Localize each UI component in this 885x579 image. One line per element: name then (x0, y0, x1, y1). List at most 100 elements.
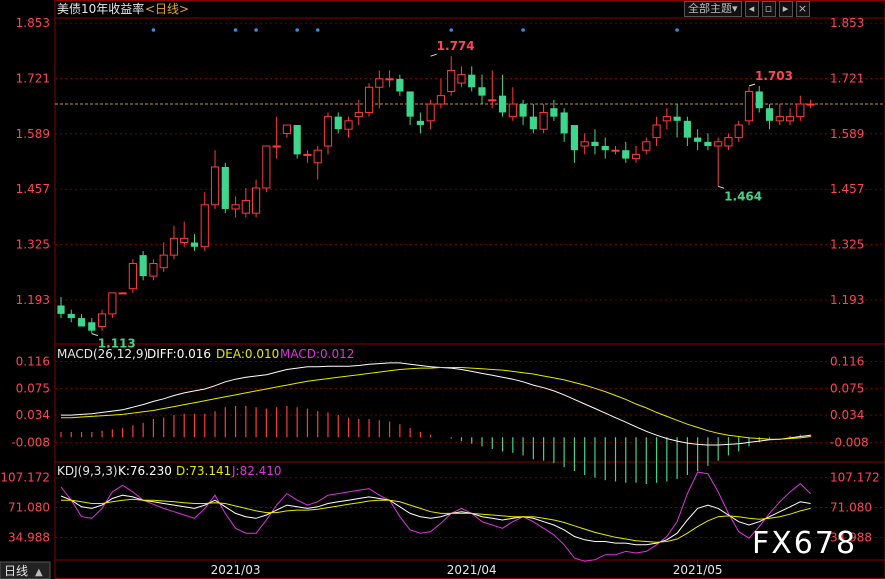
kdj-k-value: K:76.230 (118, 464, 172, 478)
next-button[interactable]: ▸ (778, 1, 793, 17)
candle (785, 108, 795, 126)
candle (77, 313, 86, 327)
macd-diff-value: DIFF:0.016 (147, 347, 211, 361)
kdj-tick-left: 71.080 (8, 501, 50, 515)
macd-tick-left: 0.116 (16, 355, 50, 369)
macd-tick-left: 0.034 (16, 408, 50, 422)
candle (570, 125, 579, 163)
candle-body (323, 116, 333, 147)
candle-body (785, 116, 795, 122)
candle (396, 74, 404, 96)
candle-body (765, 108, 774, 121)
candle (221, 162, 229, 214)
candle-body (313, 149, 322, 164)
candle-body (426, 103, 435, 122)
candle-body (642, 141, 651, 151)
x-tick-label: 2021/03 (211, 563, 261, 577)
candle-body (344, 120, 353, 130)
x-tick-label: 2021/04 (447, 563, 497, 577)
candle (704, 133, 712, 151)
candle (508, 87, 517, 121)
candle-body (519, 104, 527, 117)
candle-body (570, 125, 579, 151)
restore-icon: ▫ (764, 2, 773, 15)
candle (200, 192, 209, 251)
candle-body (210, 166, 220, 206)
price-tick-right: 1.325 (830, 238, 864, 252)
macd-dea-value: DEA:0.010 (216, 347, 279, 361)
candle-body (580, 141, 589, 147)
candle-body (796, 103, 805, 118)
event-dots (151, 28, 679, 32)
candle (591, 129, 599, 155)
period-label[interactable]: <日线> (145, 2, 189, 16)
candle (303, 150, 312, 163)
candle (714, 137, 723, 187)
candle (683, 116, 691, 147)
candle (241, 187, 250, 218)
candle (488, 70, 497, 109)
candle-body (282, 124, 291, 134)
candle (364, 83, 374, 117)
candle (744, 87, 754, 126)
event-dot (675, 28, 679, 32)
price-tick-right: 1.193 (830, 293, 864, 307)
candle (601, 137, 609, 159)
theme-dropdown[interactable]: 全部主题▾ (684, 1, 742, 17)
candle-body (354, 111, 363, 118)
candle (734, 120, 743, 142)
candle (293, 125, 301, 159)
candle (642, 137, 651, 155)
candle (118, 292, 127, 295)
price-tick-left: 1.325 (16, 238, 50, 252)
candle (775, 104, 784, 126)
candle-body (724, 137, 733, 147)
candle (169, 225, 179, 260)
candle-body (508, 103, 517, 118)
candle-body (262, 145, 271, 189)
candle-body (77, 318, 86, 327)
candle-body (673, 116, 681, 121)
candle-body (334, 116, 342, 130)
price-tick-right: 1.853 (830, 16, 864, 30)
kdj-tick-left: 107.172 (0, 471, 50, 485)
x-tick-labels: 2021/03 2021/04 2021/05 (211, 560, 723, 577)
candle-body (200, 204, 209, 248)
prev-button[interactable]: ◂ (744, 1, 759, 17)
candle (159, 242, 168, 272)
macd-tick-right: 0.075 (830, 381, 864, 395)
event-dot (315, 28, 320, 32)
candle-body (683, 120, 691, 138)
macd-macd-value: MACD:0.012 (280, 347, 354, 361)
candle (724, 133, 733, 151)
candle (447, 56, 456, 96)
macd-tick-left: 0.075 (16, 381, 50, 395)
candle (622, 141, 630, 163)
candle (436, 78, 446, 109)
candle-body (149, 263, 158, 277)
chart-title: 美债10年收益率 (57, 1, 144, 16)
candle-body (221, 166, 229, 209)
restore-button[interactable]: ▫ (761, 1, 776, 17)
candle-body (611, 149, 620, 152)
candle-body (560, 112, 568, 134)
candle (252, 179, 261, 218)
prev-icon: ◂ (748, 2, 755, 15)
candle-body (662, 116, 671, 122)
candle (662, 108, 671, 130)
candle (611, 146, 620, 155)
event-dot (151, 28, 156, 32)
candle-body (734, 124, 743, 139)
candle (57, 297, 65, 319)
kdj-tick-right: 71.080 (830, 501, 872, 515)
candle-body (755, 91, 763, 109)
candle (323, 112, 333, 155)
candle-body (529, 116, 537, 130)
candle-body (601, 146, 609, 151)
candle-body (714, 141, 723, 147)
candle (190, 234, 199, 251)
candle-body (550, 108, 558, 117)
period-tab-label: 日线 (4, 564, 28, 578)
close-button[interactable]: × (795, 1, 810, 17)
price-annotations: 1.7741.1131.4641.703 (91, 39, 793, 351)
